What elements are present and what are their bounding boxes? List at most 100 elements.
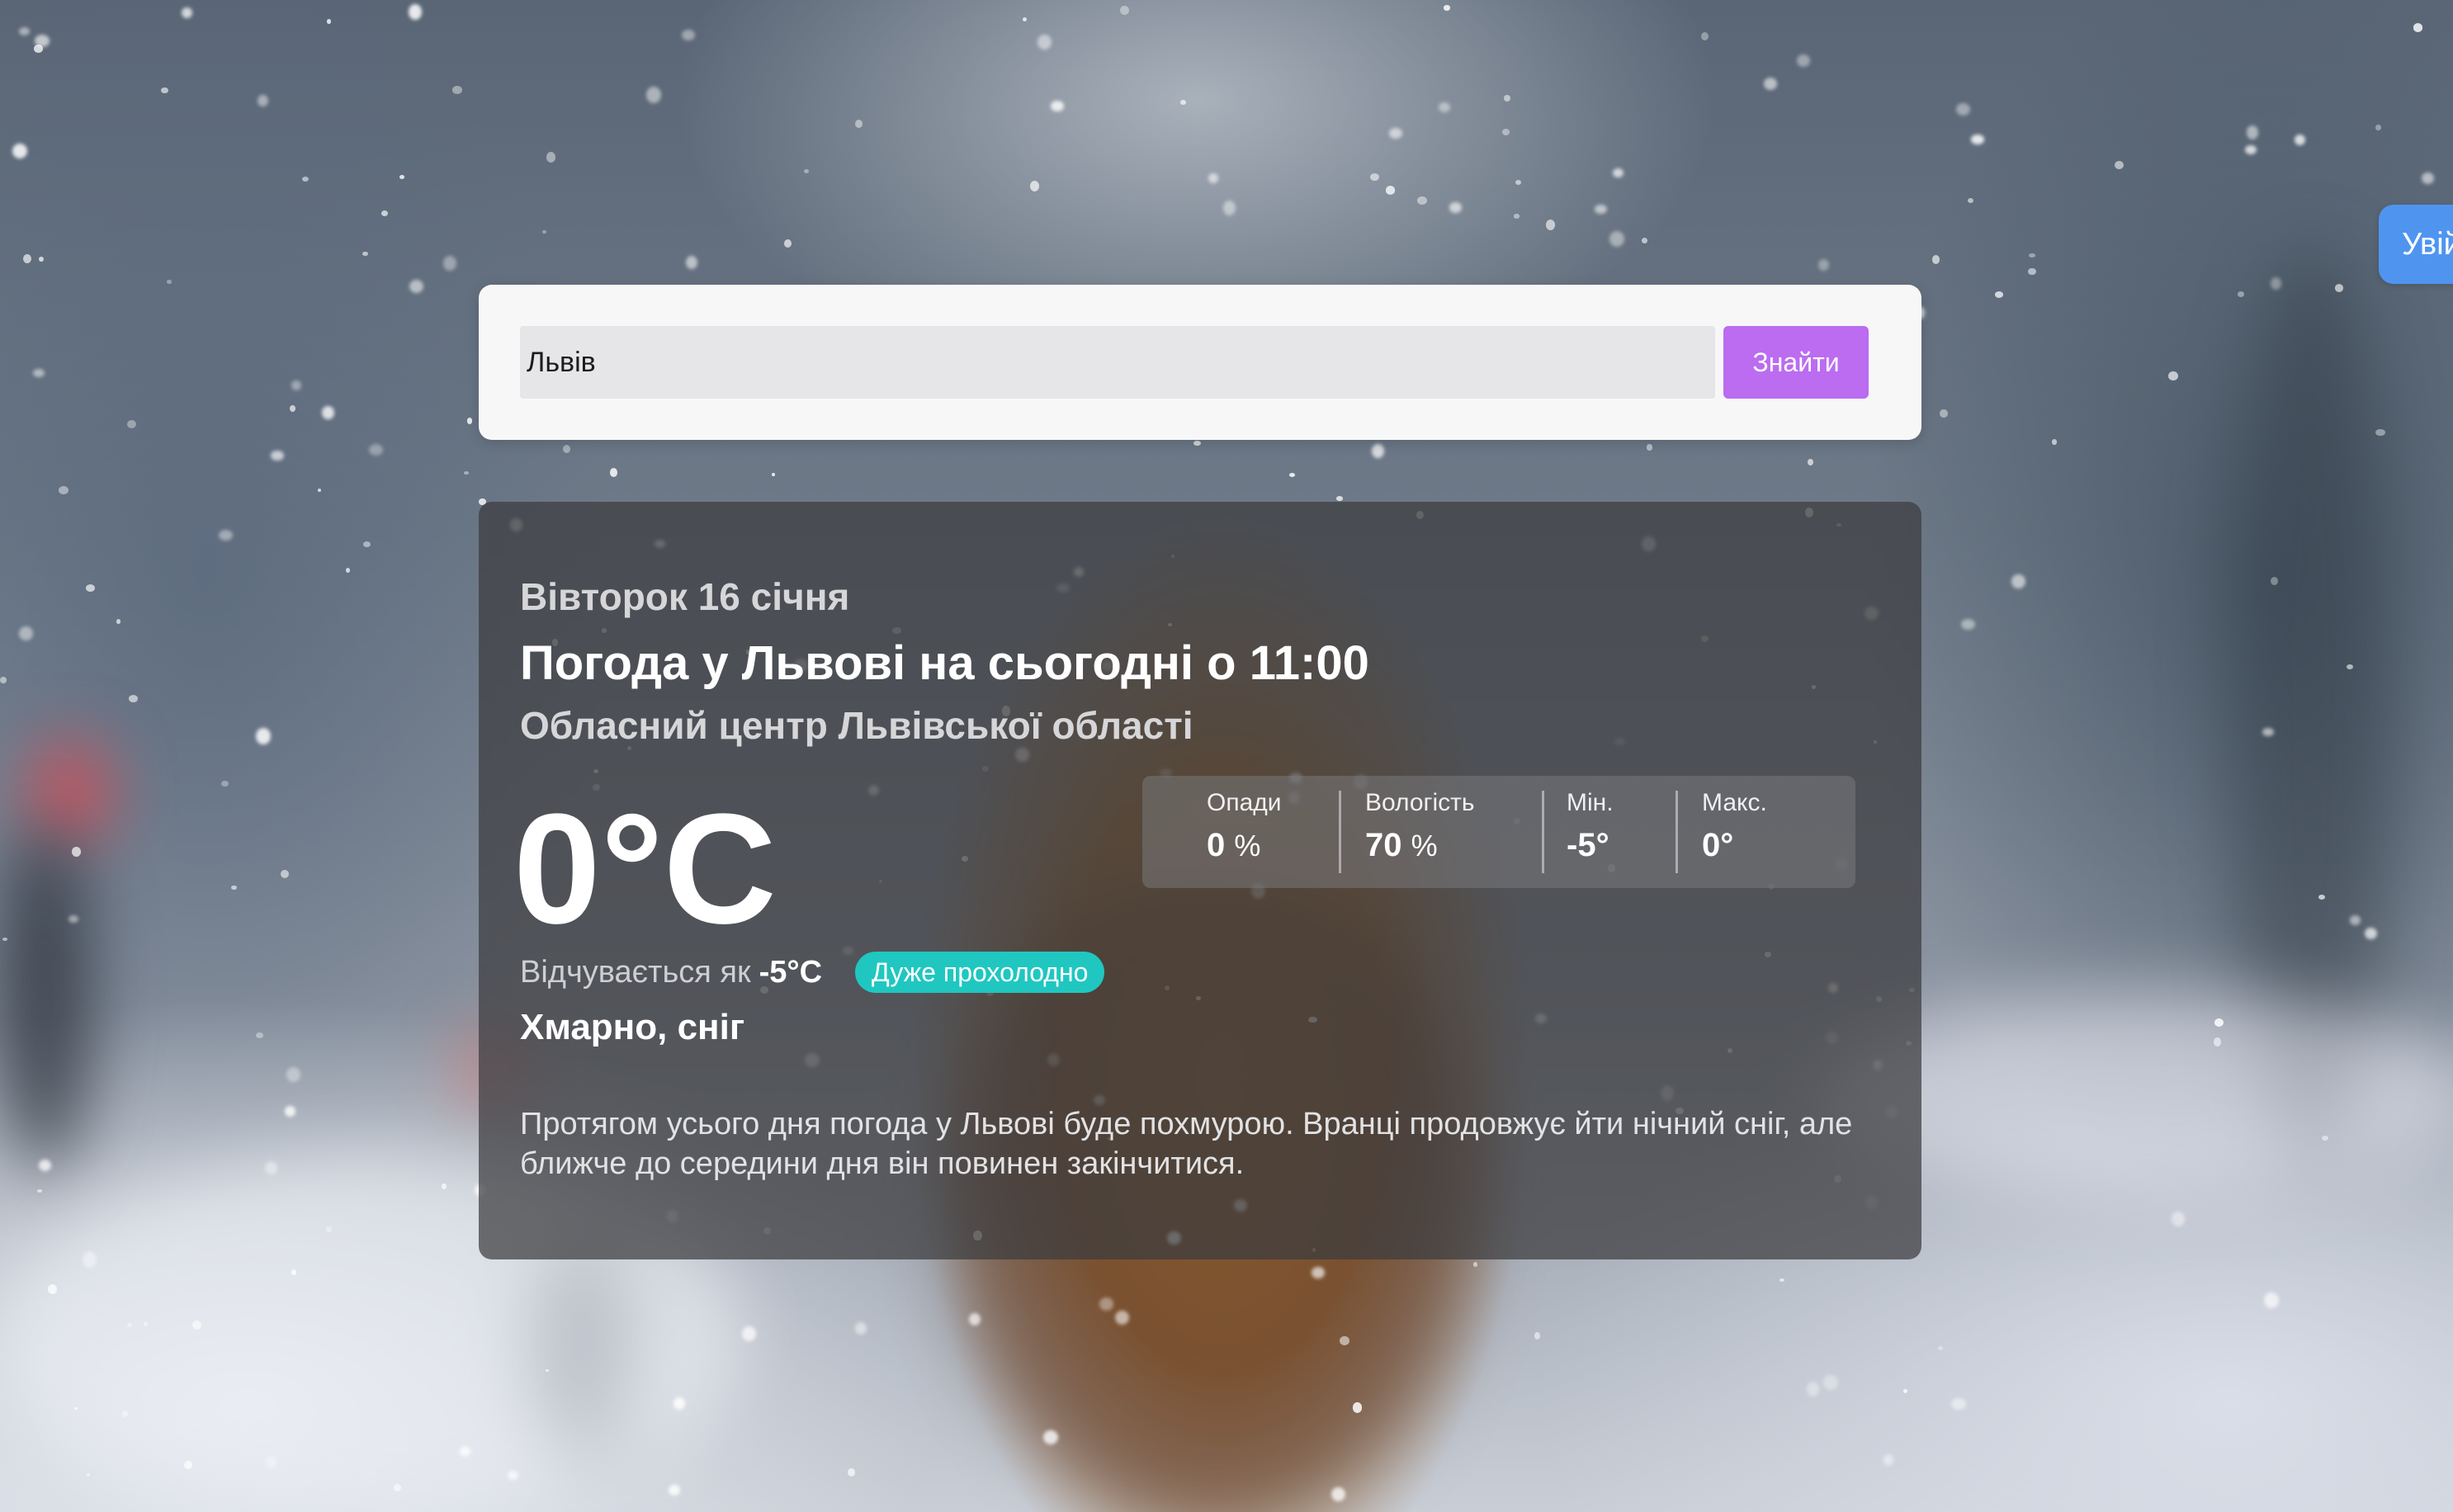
snowflake xyxy=(1503,94,1511,102)
stat-min-temp: Мін. -5° xyxy=(1542,776,1676,888)
snowflake xyxy=(1022,17,1028,22)
snowflake xyxy=(143,1321,148,1326)
snowflake xyxy=(2214,1018,2224,1027)
snowflake xyxy=(783,239,792,248)
snowflake xyxy=(322,406,334,419)
snowflake xyxy=(182,7,193,19)
snowflake xyxy=(1449,202,1462,213)
snowflake xyxy=(2115,160,2124,169)
snowflake xyxy=(1883,1454,1894,1466)
feels-like-value: -5°C xyxy=(759,954,823,990)
snowflake xyxy=(1545,220,1555,231)
stat-label: Мін. xyxy=(1567,789,1614,816)
snowflake xyxy=(1763,78,1777,90)
snowflake xyxy=(2237,291,2245,297)
weather-card: Вівторок 16 січня Погода у Львові на сьо… xyxy=(479,502,1921,1259)
snowflake xyxy=(546,152,555,163)
snowflake xyxy=(68,914,78,924)
snowflake xyxy=(1193,441,1201,447)
snowflake xyxy=(48,1284,57,1295)
stat-value: 70 % xyxy=(1365,827,1438,863)
snowflake xyxy=(2334,284,2344,292)
snowflake xyxy=(1340,1336,1349,1345)
snowflake xyxy=(2347,664,2354,669)
snowflake xyxy=(1417,196,1427,206)
snowflake xyxy=(86,584,96,592)
snowflake xyxy=(2245,144,2257,154)
snowflake xyxy=(804,169,810,174)
forecast-description: Протягом усього дня погода у Львові буде… xyxy=(520,1107,1853,1181)
snowflake xyxy=(1956,102,1970,116)
snowflake xyxy=(1808,458,1814,466)
snowflake xyxy=(771,472,775,477)
snowflake xyxy=(231,885,237,891)
snowflake xyxy=(2213,1037,2222,1047)
snowflake xyxy=(1371,443,1385,458)
snowflake xyxy=(855,119,863,129)
snowflake xyxy=(39,257,44,262)
snowflake xyxy=(1222,201,1236,216)
snowflake xyxy=(686,256,697,270)
snowflake xyxy=(127,419,136,429)
snowflake xyxy=(682,29,696,41)
snowflake xyxy=(1179,99,1186,105)
snowflake xyxy=(1642,237,1648,243)
stat-value: 0° xyxy=(1702,827,1734,863)
snowflake xyxy=(256,1032,263,1038)
snowflake xyxy=(256,728,271,745)
stat-humidity: Вологість 70 % xyxy=(1339,776,1542,888)
snowflake xyxy=(326,19,332,24)
snowflake xyxy=(290,404,296,413)
snowflake xyxy=(1438,102,1450,112)
snowflake xyxy=(291,1269,297,1275)
snowflake xyxy=(443,256,456,271)
snowflake xyxy=(2172,1212,2185,1226)
snowflake xyxy=(464,470,470,475)
snowflake xyxy=(1818,259,1830,271)
snowflake xyxy=(1970,135,1984,144)
snowflake xyxy=(466,417,473,424)
snowflake xyxy=(408,4,423,20)
snowflake xyxy=(2375,124,2381,130)
snowflake xyxy=(1208,173,1219,183)
snowflake xyxy=(345,567,351,573)
snowflake xyxy=(284,1106,296,1117)
search-button[interactable]: Знайти xyxy=(1723,326,1869,399)
snowflake xyxy=(1099,1297,1113,1311)
city-search-input[interactable] xyxy=(520,326,1715,399)
snowflake xyxy=(393,1484,401,1491)
snowflake xyxy=(1701,31,1709,40)
snowflake xyxy=(1779,1278,1785,1283)
snowflake xyxy=(1385,186,1396,195)
forecast-subtitle: Обласний центр Львівської області xyxy=(520,704,1193,747)
snowflake xyxy=(71,847,81,857)
snowflake xyxy=(2262,727,2275,736)
search-panel: Знайти xyxy=(479,285,1921,440)
snowflake xyxy=(541,229,546,234)
snowflake xyxy=(326,1226,332,1232)
snowflake xyxy=(741,1325,756,1341)
snowflake xyxy=(1472,1262,1477,1268)
snowflake xyxy=(1388,127,1403,139)
snowflake xyxy=(1960,619,1975,630)
current-temperature: 0°C xyxy=(513,782,777,957)
snowflake xyxy=(191,1320,201,1330)
snowflake xyxy=(2321,1136,2328,1141)
snowflake xyxy=(668,1485,680,1496)
snowflake xyxy=(2011,574,2025,589)
stat-label: Макс. xyxy=(1702,789,1767,816)
snowflake xyxy=(286,1067,300,1082)
snowflake xyxy=(161,87,168,94)
snowflake xyxy=(2270,277,2282,290)
snowflake xyxy=(37,1188,42,1193)
snowflake xyxy=(12,144,27,159)
snowflake xyxy=(301,177,310,182)
snowflake xyxy=(317,489,321,493)
stat-label: Вологість xyxy=(1365,789,1475,816)
snowflake xyxy=(2294,134,2305,146)
login-button[interactable]: Увійти xyxy=(2379,205,2453,284)
feels-like-label: Відчувається як xyxy=(520,954,751,990)
snowflake xyxy=(609,468,618,477)
snowflake xyxy=(218,529,233,541)
snowflake xyxy=(34,45,43,53)
